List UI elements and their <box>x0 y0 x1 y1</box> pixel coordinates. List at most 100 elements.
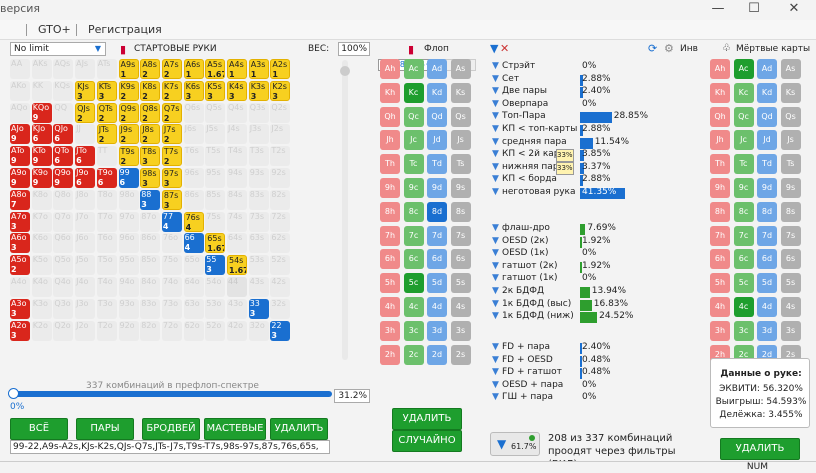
pairs-button[interactable]: ПАРЫ <box>76 418 134 440</box>
card-Ks[interactable]: Ks <box>780 82 801 103</box>
card-8c[interactable]: 8c <box>403 201 424 222</box>
card-Kh[interactable]: Kh <box>710 82 730 103</box>
card-Kd[interactable]: Kd <box>757 82 777 103</box>
card-Ts[interactable]: Ts <box>780 154 801 175</box>
hand-cell-75o[interactable]: 75o <box>161 255 182 276</box>
hand-cell-85o[interactable]: 85o <box>140 255 161 276</box>
filter-icon[interactable]: ▼ <box>492 99 499 109</box>
card-Td[interactable]: Td <box>427 154 447 175</box>
hand-cell-K7s[interactable]: K7s 2 <box>161 80 182 101</box>
card-6s[interactable]: 6s <box>450 249 471 270</box>
card-5d[interactable]: 5d <box>427 273 447 294</box>
hand-cell-73o[interactable]: 73o <box>161 298 182 319</box>
hand-cell-AKs[interactable]: AKs <box>31 59 52 79</box>
hand-cell-Q4o[interactable]: Q4o <box>53 277 74 297</box>
hand-cell-K5s[interactable]: K5s 3 <box>205 80 226 101</box>
card-9s[interactable]: 9s <box>450 178 471 198</box>
card-8d[interactable]: 8d <box>427 201 447 222</box>
hand-cell-AKo[interactable]: AKo <box>10 80 30 101</box>
hand-cell-TT[interactable]: TT <box>96 146 117 167</box>
hand-cell-JTs[interactable]: JTs 2 <box>96 124 117 145</box>
hand-cell-Q5o[interactable]: Q5o <box>53 255 74 276</box>
filter-icon[interactable]: ▼ <box>492 149 499 159</box>
hand-cell-T5s[interactable]: T5s <box>205 146 226 167</box>
card-9d[interactable]: 9d <box>427 178 447 198</box>
hand-cell-K2s[interactable]: K2s 3 <box>270 80 291 101</box>
scroll-thumb[interactable] <box>340 66 350 76</box>
hand-cell-T3o[interactable]: T3o <box>96 298 117 319</box>
card-5s[interactable]: 5s <box>450 273 471 294</box>
hand-cell-QJs[interactable]: QJs 2 <box>75 102 96 123</box>
hand-cell-53s[interactable]: 53s <box>248 255 269 276</box>
hand-cell-22[interactable]: 22 3 <box>270 320 291 341</box>
hand-cell-83s[interactable]: 83s <box>248 189 269 210</box>
filter-icon[interactable]: ▼ <box>492 86 499 96</box>
hand-cell-33[interactable]: 33 3 <box>248 298 269 319</box>
hand-cell-T6o[interactable]: T6o <box>96 233 117 254</box>
card-4d[interactable]: 4d <box>427 297 447 317</box>
card-As[interactable]: As <box>780 59 801 79</box>
hand-cell-65s[interactable]: 65s 1.67 <box>205 233 226 254</box>
hand-cell-32o[interactable]: 32o <box>248 320 269 341</box>
card-As[interactable]: As <box>450 59 471 79</box>
filter-icon[interactable]: ▼ <box>492 342 499 352</box>
hand-cell-K8o[interactable]: K8o <box>31 189 52 210</box>
card-Qh[interactable]: Qh <box>710 106 730 127</box>
filter-icon[interactable]: ▼ <box>492 355 499 365</box>
mode-select[interactable]: No limit ▼ <box>10 42 106 56</box>
card-Jd[interactable]: Jd <box>757 130 777 151</box>
card-7s[interactable]: 7s <box>780 225 801 246</box>
hand-cell-AA[interactable]: AA <box>10 59 30 79</box>
hand-cell-86o[interactable]: 86o <box>140 233 161 254</box>
card-4s[interactable]: 4s <box>780 297 801 317</box>
hand-cell-Q6s[interactable]: Q6s <box>183 102 204 123</box>
hand-cell-Q5s[interactable]: Q5s <box>205 102 226 123</box>
card-3c[interactable]: 3c <box>403 320 424 341</box>
card-Qs[interactable]: Qs <box>780 106 801 127</box>
hand-cell-T7s[interactable]: T7s 2 <box>161 146 182 167</box>
card-Tc[interactable]: Tc <box>733 154 754 175</box>
card-7c[interactable]: 7c <box>733 225 754 246</box>
hand-cell-82o[interactable]: 82o <box>140 320 161 341</box>
hand-cell-A3o[interactable]: A3o 3 <box>10 298 30 319</box>
hand-cell-KQo[interactable]: KQo 9 <box>31 102 52 123</box>
hand-cell-A6s[interactable]: A6s 1 <box>183 59 204 79</box>
clear-filter-icon[interactable]: ✕ <box>500 42 509 55</box>
card-8h[interactable]: 8h <box>380 201 400 222</box>
hand-cell-44[interactable]: 44 <box>227 277 247 297</box>
hand-cell-73s[interactable]: 73s <box>248 211 269 232</box>
card-4s[interactable]: 4s <box>450 297 471 317</box>
hand-cell-64s[interactable]: 64s <box>227 233 247 254</box>
card-Ts[interactable]: Ts <box>450 154 471 175</box>
card-8c[interactable]: 8c <box>733 201 754 222</box>
menu-gto[interactable]: GTO+ <box>38 23 71 36</box>
card-Jc[interactable]: Jc <box>403 130 424 151</box>
filter-icon[interactable]: ▼ <box>492 187 499 197</box>
hand-cell-32s[interactable]: 32s <box>270 298 291 319</box>
minimize-button[interactable]: — <box>700 0 736 20</box>
hand-cell-84s[interactable]: 84s <box>227 189 247 210</box>
card-6h[interactable]: 6h <box>710 249 730 270</box>
card-8s[interactable]: 8s <box>450 201 471 222</box>
hand-cell-T2s[interactable]: T2s <box>270 146 291 167</box>
card-2s[interactable]: 2s <box>450 344 471 365</box>
hand-cell-J3o[interactable]: J3o <box>75 298 96 319</box>
card-Qd[interactable]: Qd <box>757 106 777 127</box>
hand-cell-Q3s[interactable]: Q3s <box>248 102 269 123</box>
hand-cell-77[interactable]: 77 4 <box>161 211 182 232</box>
filter-icon[interactable]: ▼ <box>492 261 499 271</box>
filter-icon[interactable]: ▼ <box>492 367 499 377</box>
hand-cell-A2s[interactable]: A2s 1 <box>270 59 291 79</box>
card-8s[interactable]: 8s <box>780 201 801 222</box>
card-Kh[interactable]: Kh <box>380 82 400 103</box>
hand-cell-96o[interactable]: 96o <box>118 233 139 254</box>
hand-cell-96s[interactable]: 96s <box>183 168 204 188</box>
card-Kd[interactable]: Kd <box>427 82 447 103</box>
hand-cell-65o[interactable]: 65o <box>183 255 204 276</box>
card-Qd[interactable]: Qd <box>427 106 447 127</box>
hand-cell-82s[interactable]: 82s <box>270 189 291 210</box>
hand-cell-95o[interactable]: 95o <box>118 255 139 276</box>
card-4h[interactable]: 4h <box>710 297 730 317</box>
hand-cell-75s[interactable]: 75s <box>205 211 226 232</box>
hand-cell-T5o[interactable]: T5o <box>96 255 117 276</box>
